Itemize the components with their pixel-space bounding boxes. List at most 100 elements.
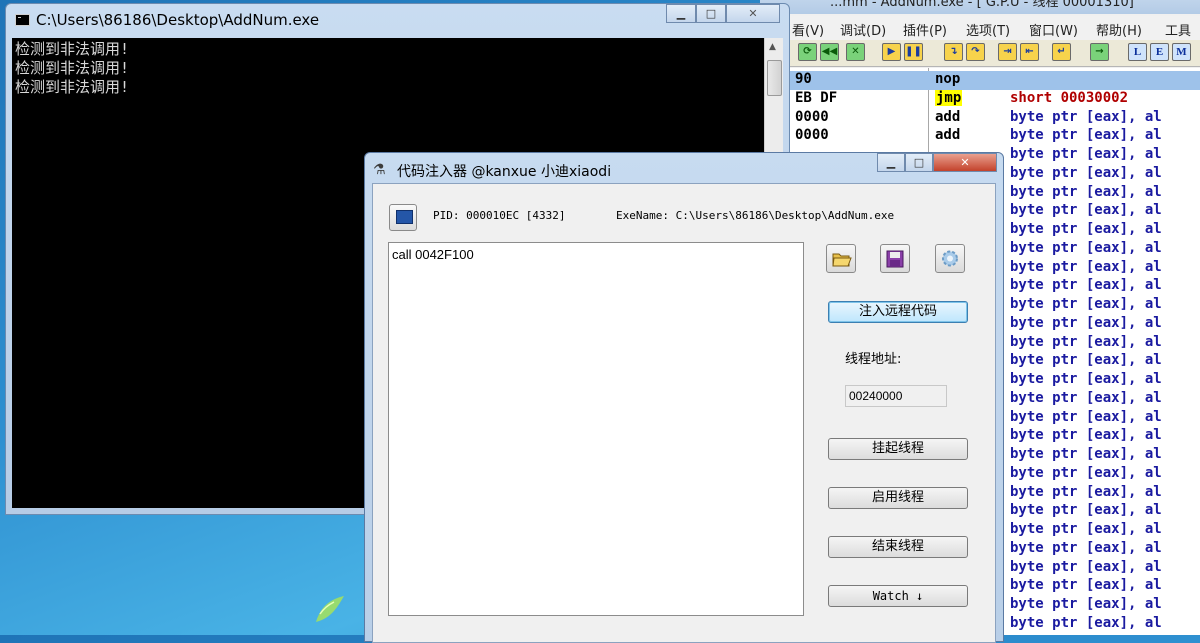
menu-options[interactable]: 选项(T) [966, 20, 1010, 39]
close-icon[interactable]: ✕ [933, 153, 997, 172]
debugger-title: ...mm - AddNum.exe - [ G.P.U - 线程 000013… [760, 0, 1200, 14]
disasm-operand: byte ptr [eax], al [1010, 333, 1162, 350]
menu-debug[interactable]: 调试(D) [840, 20, 886, 39]
menu-plugins[interactable]: 插件(P) [903, 20, 947, 39]
disasm-row[interactable]: 0000 add byte ptr [eax], al [760, 127, 1200, 146]
debugger-toolbar: ⟳ ◀◀ ✕ ▶ ❚❚ ↴ ↷ ⇥ ⇤ ↵ → L E M [760, 40, 1200, 67]
resume-thread-button[interactable]: 启用线程 [828, 487, 968, 509]
disasm-operand: byte ptr [eax], al [1010, 371, 1162, 387]
disasm-hex: 0000 [795, 108, 829, 125]
disasm-operand: byte ptr [eax], al [1010, 596, 1162, 612]
console-line: 检测到非法调用! [15, 78, 130, 96]
pid-label: PID: 000010EC [4332] [433, 209, 566, 222]
disasm-mnemonic: nop [935, 71, 961, 87]
scroll-up-icon[interactable]: ▲ [769, 42, 776, 52]
execute-till-return-icon[interactable]: ↵ [1052, 43, 1071, 61]
folder-open-icon [832, 253, 852, 267]
disasm-operand: byte ptr [eax], al [1010, 314, 1162, 331]
select-process-button[interactable] [389, 204, 417, 231]
menu-tools[interactable]: 工具 [1165, 20, 1191, 39]
thread-address-label: 线程地址: [845, 352, 902, 367]
disasm-row[interactable]: EB DF jmp short 00030002 [760, 89, 1200, 109]
disasm-operand: byte ptr [eax], al [1010, 446, 1162, 462]
disasm-operand: byte ptr [eax], al [1010, 539, 1162, 556]
disasm-hex: 0000 [795, 127, 829, 144]
disasm-operand: byte ptr [eax], al [1010, 258, 1162, 275]
disasm-operand: byte ptr [eax], al [1010, 577, 1162, 594]
debugger-menubar: 看(V) 调试(D) 插件(P) 选项(T) 窗口(W) 帮助(H) 工具 [760, 16, 1200, 40]
open-file-button[interactable] [826, 244, 856, 273]
injector-client-area: PID: 000010EC [4332] ExeName: C:\Users\8… [372, 183, 996, 643]
gear-icon [942, 250, 958, 267]
desktop-wallpaper-leaf [316, 596, 344, 622]
disasm-operand: byte ptr [eax], al [1010, 427, 1162, 444]
watch-button[interactable]: Watch ↓ [828, 585, 968, 607]
disasm-mnemonic: jmp [935, 89, 963, 106]
disasm-operand: byte ptr [eax], al [1010, 221, 1162, 237]
disasm-operand: byte ptr [eax], al [1010, 127, 1162, 144]
disasm-hex: 90 [795, 71, 812, 87]
disasm-operand: short 00030002 [1010, 89, 1129, 106]
code-injector-window: ⚗ 代码注入器 @kanxue 小迪xiaodi ▁ □ ✕ PID: 0000… [364, 152, 1004, 643]
disasm-operand: byte ptr [eax], al [1010, 614, 1162, 631]
disasm-operand: byte ptr [eax], al [1010, 146, 1162, 162]
disasm-hex: EB DF [795, 89, 838, 106]
close-icon[interactable]: ✕ [726, 4, 780, 23]
disasm-operand: byte ptr [eax], al [1010, 389, 1162, 406]
disasm-operand: byte ptr [eax], al [1010, 408, 1162, 425]
disasm-operand: byte ptr [eax], al [1010, 183, 1162, 200]
injector-app-icon: ⚗ [373, 162, 386, 178]
minimize-icon[interactable]: ▁ [877, 153, 905, 172]
suspend-thread-button[interactable]: 挂起线程 [828, 438, 968, 460]
log-window-icon[interactable]: L [1128, 43, 1147, 61]
disasm-operand: byte ptr [eax], al [1010, 464, 1162, 481]
terminate-thread-button[interactable]: 结束线程 [828, 536, 968, 558]
code-editor[interactable]: call 0042F100 [388, 242, 804, 616]
disasm-mnemonic: add [935, 108, 961, 125]
restart-icon[interactable]: ⟳ [798, 43, 817, 61]
trace-over-icon[interactable]: ⇤ [1020, 43, 1039, 61]
pause-icon[interactable]: ❚❚ [904, 43, 923, 61]
disasm-row[interactable]: 90 nop [760, 71, 1200, 90]
disasm-operand: byte ptr [eax], al [1010, 502, 1162, 519]
injector-title: 代码注入器 @kanxue 小迪xiaodi [397, 164, 612, 180]
disasm-operand: byte ptr [eax], al [1010, 558, 1162, 575]
thread-address-field[interactable]: 00240000 [845, 385, 947, 407]
console-line: 检测到非法调用! [15, 59, 130, 77]
memory-window-icon[interactable]: M [1172, 43, 1191, 61]
disasm-operand: byte ptr [eax], al [1010, 521, 1162, 537]
menu-view[interactable]: 看(V) [792, 20, 824, 39]
process-icon [396, 210, 413, 224]
exe-name-label: ExeName: C:\Users\86186\Desktop\AddNum.e… [616, 209, 895, 222]
goto-icon[interactable]: → [1090, 43, 1109, 61]
console-title: C:\Users\86186\Desktop\AddNum.exe [36, 11, 320, 29]
step-over-icon[interactable]: ↷ [966, 43, 985, 61]
disasm-operand: byte ptr [eax], al [1010, 352, 1162, 369]
menu-help[interactable]: 帮助(H) [1096, 20, 1142, 39]
disasm-row[interactable]: 0000 add byte ptr [eax], al [760, 109, 1200, 128]
trace-into-icon[interactable]: ⇥ [998, 43, 1017, 61]
scroll-thumb[interactable] [767, 60, 782, 96]
disasm-mnemonic: add [935, 127, 961, 144]
disasm-operand: byte ptr [eax], al [1010, 164, 1162, 181]
console-line: 检测到非法调用! [15, 40, 130, 58]
run-icon[interactable]: ▶ [882, 43, 901, 61]
close-process-icon[interactable]: ✕ [846, 43, 865, 61]
console-app-icon [15, 14, 30, 26]
save-disk-icon [886, 250, 904, 268]
modules-window-icon[interactable]: E [1150, 43, 1169, 61]
rewind-icon[interactable]: ◀◀ [820, 43, 839, 61]
inject-remote-code-button[interactable]: 注入远程代码 [828, 301, 968, 323]
minimize-icon[interactable]: ▁ [666, 4, 696, 23]
save-file-button[interactable] [880, 244, 910, 273]
disasm-operand: byte ptr [eax], al [1010, 483, 1162, 500]
disasm-operand: byte ptr [eax], al [1010, 277, 1162, 294]
disasm-operand: byte ptr [eax], al [1010, 108, 1162, 125]
settings-button[interactable] [935, 244, 965, 273]
menu-window[interactable]: 窗口(W) [1029, 20, 1078, 39]
disasm-operand: byte ptr [eax], al [1010, 296, 1162, 312]
maximize-icon[interactable]: □ [696, 4, 726, 23]
maximize-icon[interactable]: □ [905, 153, 933, 172]
step-into-icon[interactable]: ↴ [944, 43, 963, 61]
disasm-operand: byte ptr [eax], al [1010, 239, 1162, 256]
